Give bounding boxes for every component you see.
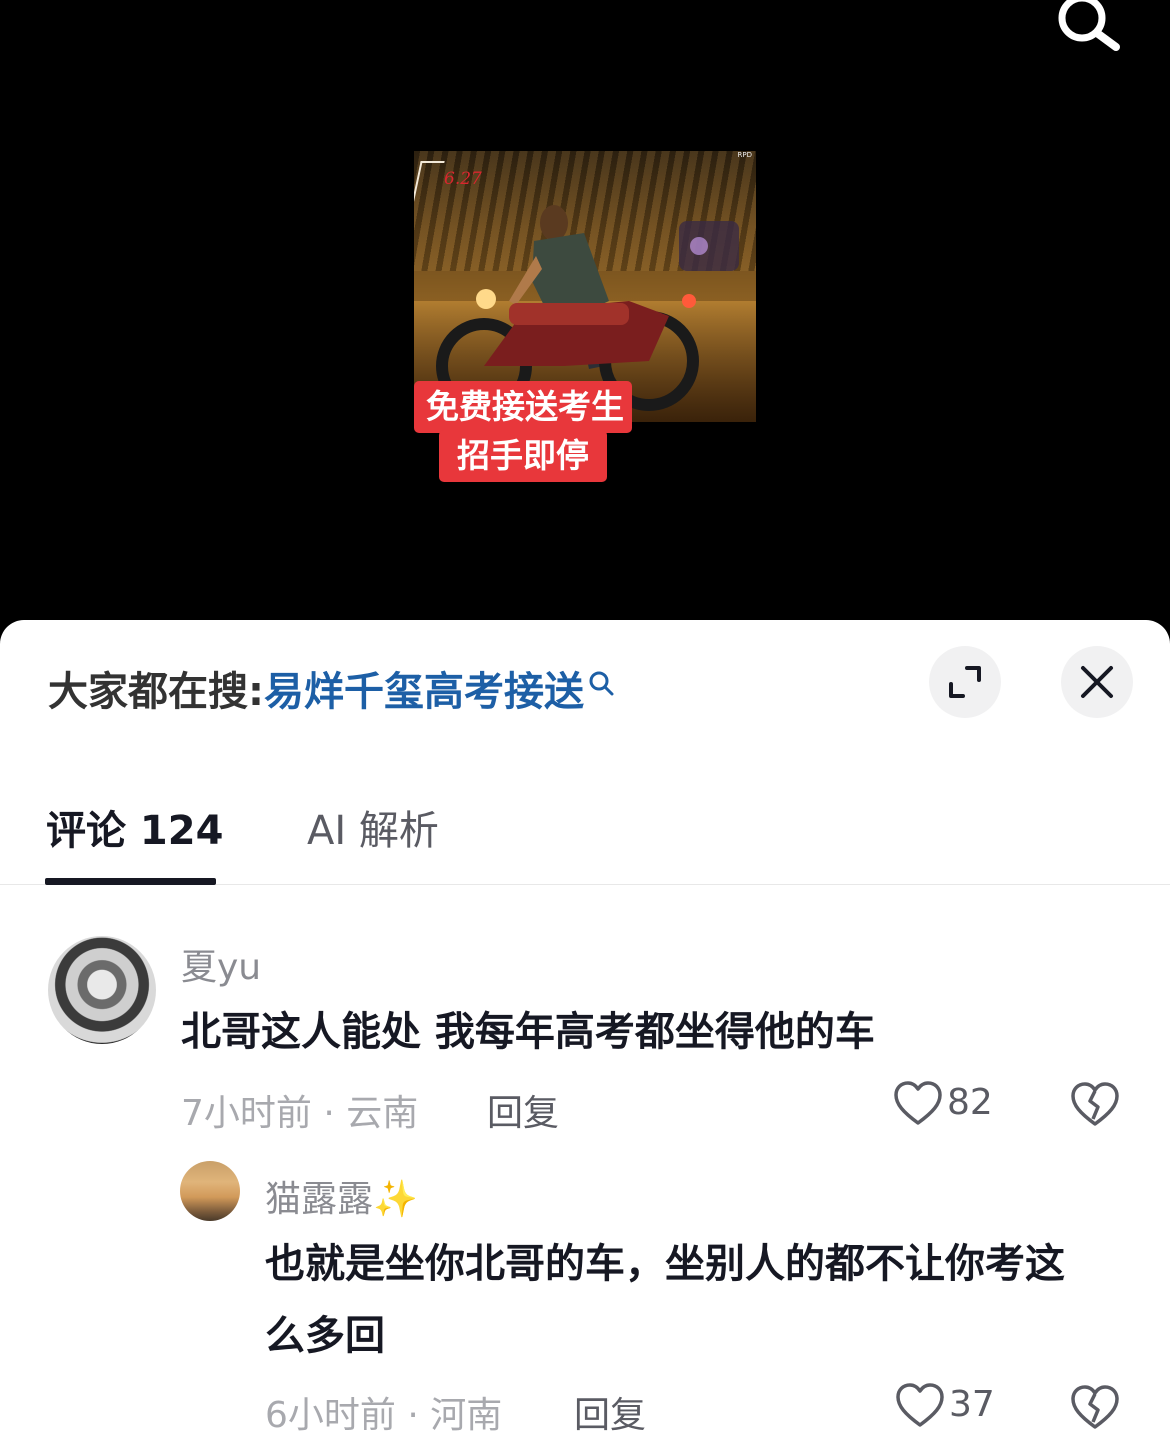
avatar[interactable] [48, 936, 156, 1044]
reply-button[interactable]: 回复 [487, 1084, 559, 1136]
heart-icon [896, 1383, 944, 1427]
video-subtitle-line-1: 免费接送考生 [414, 381, 632, 433]
dislike-button[interactable] [1070, 1081, 1120, 1133]
video-player[interactable]: 6.27 RPD 免费接送考生 招手即停 [0, 0, 1170, 640]
like-count: 82 [947, 1082, 993, 1123]
tab-comments[interactable]: 评论 124 [46, 798, 223, 856]
like-button[interactable]: 82 [893, 1080, 993, 1128]
comment-username[interactable]: 猫露露✨ [265, 1170, 418, 1222]
broken-heart-icon [1071, 1385, 1119, 1429]
hot-search-label: 大家都在搜: [48, 669, 264, 715]
broken-heart-icon [1071, 1082, 1119, 1126]
search-icon [1058, 0, 1120, 51]
heart-icon [894, 1081, 942, 1125]
like-button[interactable]: 37 [895, 1382, 995, 1430]
comment-username[interactable]: 夏yu [181, 938, 261, 990]
expand-icon [949, 666, 981, 698]
active-tab-indicator [45, 878, 216, 885]
comment-text: 也就是坐你北哥的车，坐别人的都不让你考这么多回 [265, 1241, 1065, 1359]
comment-sheet: 大家都在搜:易烊千玺高考接送 评论 124 AI 解析 夏yu 北哥这人能处 我… [0, 620, 1170, 1451]
search-button[interactable] [1052, 0, 1124, 54]
video-date-stamp: 6.27 [444, 169, 482, 189]
comment-text: 北哥这人能处 我每年高考都坐得他的车 [181, 1009, 875, 1055]
comment-meta: 6小时前 · 河南 [265, 1395, 503, 1436]
reply-button[interactable]: 回复 [574, 1386, 646, 1438]
close-icon [1081, 666, 1113, 698]
avatar[interactable] [180, 1161, 240, 1221]
video-corner-mark: RPD [737, 151, 752, 159]
close-button[interactable] [1061, 646, 1133, 718]
video-subtitle-line-2: 招手即停 [439, 430, 607, 482]
hot-search-bar[interactable]: 大家都在搜:易烊千玺高考接送 [48, 666, 614, 718]
tab-ai-analysis[interactable]: AI 解析 [307, 798, 439, 856]
expand-button[interactable] [929, 646, 1001, 718]
search-icon [589, 671, 614, 696]
dislike-button[interactable] [1070, 1384, 1120, 1436]
comment-meta: 7小时前 · 云南 [181, 1093, 419, 1134]
like-count: 37 [949, 1384, 995, 1425]
comment-tabs: 评论 124 AI 解析 [0, 770, 1170, 885]
hot-search-term-link[interactable]: 易烊千玺高考接送 [264, 669, 584, 715]
